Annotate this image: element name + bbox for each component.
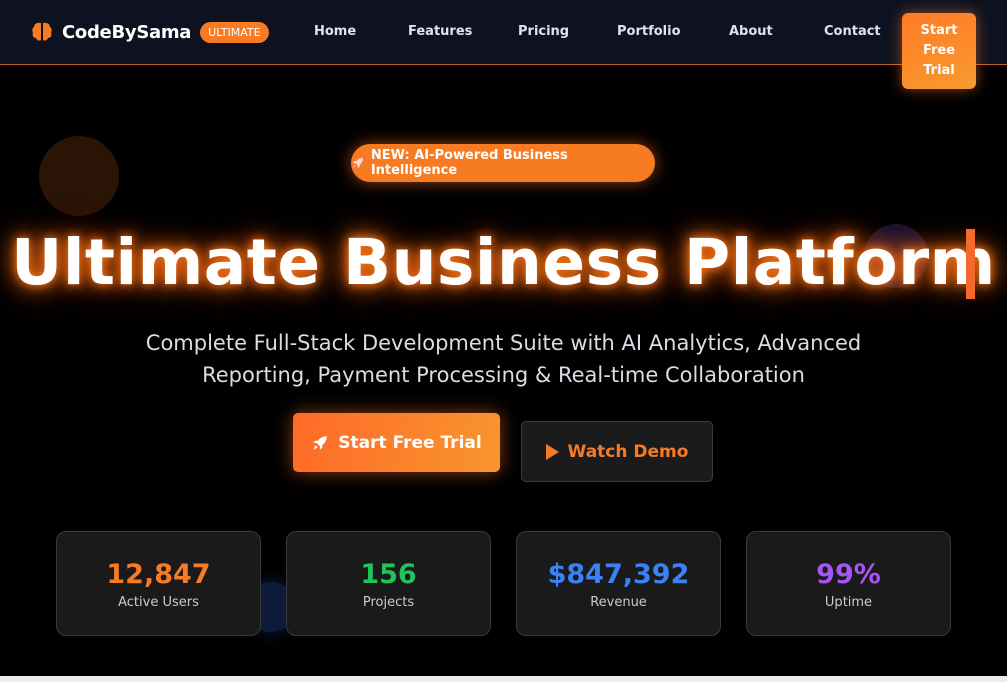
nav-start-trial-button[interactable]: Start Free Trial [902, 13, 976, 89]
play-icon [545, 443, 559, 460]
stat-label: Projects [362, 595, 415, 610]
stat-value: 156 [360, 559, 417, 590]
stat-card-revenue: $847,392 Revenue [516, 531, 721, 636]
stat-value: $847,392 [547, 559, 690, 590]
start-free-trial-button[interactable]: Start Free Trial [293, 413, 500, 472]
stat-card-projects: 156 Projects [286, 531, 491, 636]
nav-link-about[interactable]: About [729, 24, 773, 39]
new-feature-badge[interactable]: NEW: AI-Powered Business Intelligence [351, 144, 655, 182]
stat-card-active-users: 12,847 Active Users [56, 531, 261, 636]
rocket-icon [313, 435, 328, 450]
nav-link-features[interactable]: Features [408, 24, 472, 39]
stat-label: Revenue [590, 595, 647, 610]
nav-link-contact[interactable]: Contact [824, 24, 881, 39]
watch-demo-label: Watch Demo [567, 441, 689, 462]
navbar: CodeBySama ULTIMATE Home Features Pricin… [0, 0, 1007, 89]
nav-link-portfolio[interactable]: Portfolio [617, 24, 681, 39]
nav-link-home[interactable]: Home [314, 24, 356, 39]
hero-subtitle: Complete Full-Stack Development Suite wi… [145, 331, 862, 387]
nav-start-trial-label: Start Free Trial [920, 23, 958, 78]
decorative-orb [39, 136, 119, 216]
typing-caret [966, 229, 975, 299]
brain-icon [32, 22, 52, 41]
stat-label: Uptime [824, 595, 873, 610]
start-free-trial-label: Start Free Trial [338, 432, 482, 453]
new-feature-badge-text: NEW: AI-Powered Business Intelligence [370, 148, 568, 178]
nav-link-pricing[interactable]: Pricing [518, 24, 569, 39]
rocket-icon [352, 157, 364, 169]
watch-demo-button[interactable]: Watch Demo [521, 421, 713, 482]
window-bottom-edge [0, 676, 1007, 682]
stat-value: 99% [816, 559, 881, 590]
brand-badge: ULTIMATE [200, 21, 269, 43]
brand[interactable]: CodeBySama ULTIMATE [30, 10, 269, 54]
brand-name: CodeBySama [62, 21, 192, 43]
stat-card-uptime: 99% Uptime [746, 531, 951, 636]
landing-page: CodeBySama ULTIMATE Home Features Pricin… [0, 0, 1007, 682]
stat-value: 12,847 [106, 559, 211, 590]
stat-label: Active Users [118, 595, 199, 610]
hero-title: Ultimate Business Platform [11, 226, 996, 299]
